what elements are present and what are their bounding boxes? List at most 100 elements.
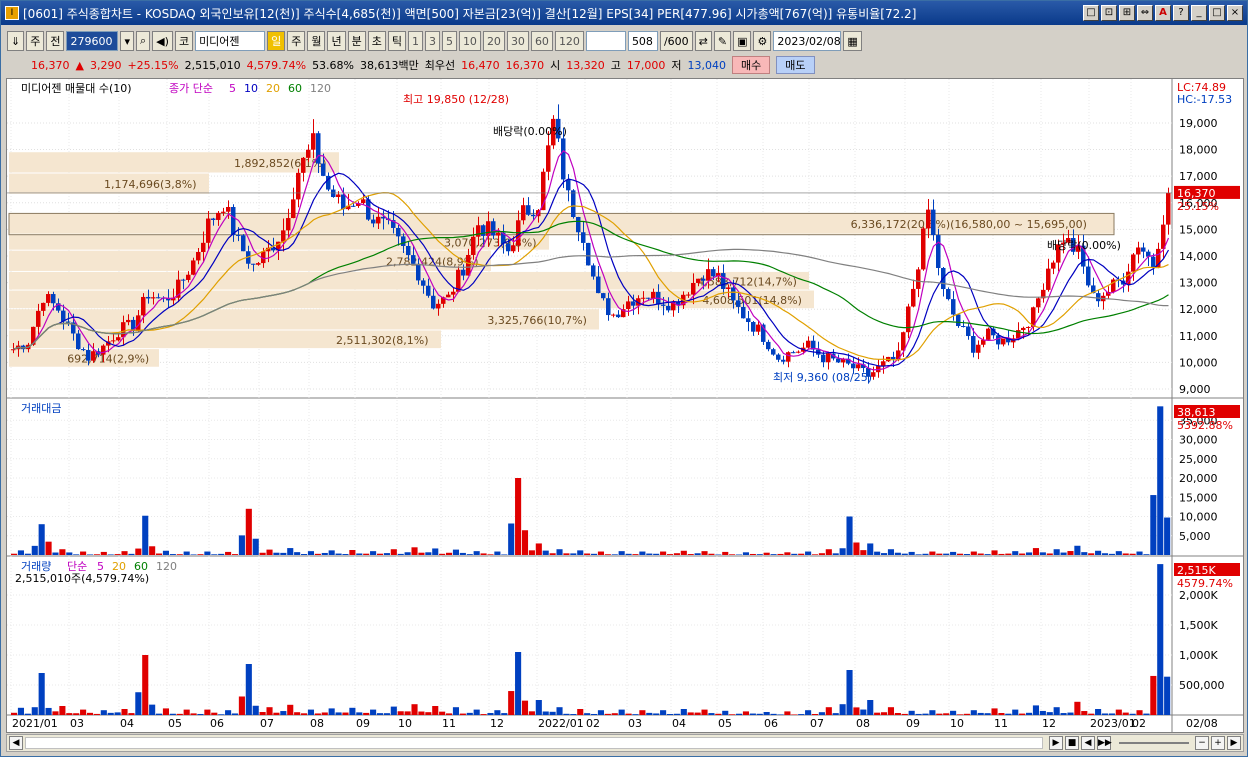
volume-bar <box>515 652 522 715</box>
interval-30[interactable]: 30 <box>506 31 529 51</box>
amount-bar <box>245 508 252 555</box>
chart-area[interactable]: 19,000 18,000 17,000 16,000 15,000 14,000 13,0… <box>6 78 1244 733</box>
candle-body <box>451 291 456 295</box>
interval-10[interactable]: 10 <box>458 31 481 51</box>
amount-bar <box>542 550 549 555</box>
volume-bar <box>38 673 45 715</box>
period-select[interactable]: 주 <box>26 31 45 51</box>
scroll-track[interactable] <box>25 737 1043 749</box>
volume-bar <box>376 713 384 715</box>
volume-bar <box>708 713 715 715</box>
volume-bar <box>349 707 356 715</box>
ma-period-label: 5 <box>229 82 236 95</box>
amount-bar <box>963 554 970 555</box>
amount-bar <box>521 530 529 555</box>
scroll-left-icon[interactable]: ◀ <box>9 736 23 750</box>
window-btn-4[interactable]: ⇔ <box>1137 5 1153 21</box>
amount-bar <box>156 553 163 555</box>
volume-bar <box>11 712 18 715</box>
period-second[interactable]: 초 <box>367 31 386 51</box>
volume-bar <box>998 713 1005 715</box>
period-day[interactable]: 일 <box>267 31 286 51</box>
window-btn-1[interactable]: □ <box>1083 5 1099 21</box>
prev-button[interactable]: 전 <box>46 31 65 51</box>
chart-scrollbar[interactable]: ◀ ▶ ■ ◀ ▶▶ − + ▶ <box>6 734 1244 752</box>
amount-bar <box>1157 406 1164 555</box>
font-button[interactable]: A <box>1155 5 1171 21</box>
amount-bar <box>294 552 301 555</box>
x-tick-label: 04 <box>672 717 686 730</box>
period-year[interactable]: 년 <box>327 31 346 51</box>
candle-body <box>921 228 926 270</box>
stock-name-field[interactable]: 미디어젠 <box>195 31 266 51</box>
chart-window: I [0601] 주식종합차트 - KOSDAQ 외국인보유[12(천)] 주식… <box>0 0 1248 757</box>
stop-icon[interactable]: ■ <box>1065 736 1079 750</box>
amount-tick-label: 25,000 <box>1179 453 1218 466</box>
tool-icon-2[interactable]: ✎ <box>713 31 732 51</box>
window-btn-2[interactable]: ⊡ <box>1101 5 1117 21</box>
count-input[interactable]: 508 <box>627 31 658 51</box>
period-minute[interactable]: 분 <box>347 31 366 51</box>
sell-button[interactable]: 매도 <box>776 56 815 74</box>
gear-icon[interactable]: ⚙ <box>753 31 772 51</box>
zoom-slider[interactable] <box>1119 742 1189 744</box>
volume-bar <box>1150 675 1157 715</box>
amount-tick-label: 30,000 <box>1179 434 1218 447</box>
minimize-button[interactable]: _ <box>1191 5 1207 21</box>
period-week[interactable]: 주 <box>287 31 306 51</box>
window-btn-3[interactable]: ⊞ <box>1119 5 1135 21</box>
scroll-right-icon[interactable]: ▶ <box>1227 736 1241 750</box>
volume-bar <box>1032 705 1040 715</box>
volume-bar <box>31 707 38 715</box>
interval-5[interactable]: 5 <box>441 31 457 51</box>
interval-60[interactable]: 60 <box>530 31 553 51</box>
amount-bar <box>370 551 377 555</box>
amount-bar <box>584 553 591 555</box>
amount-bar <box>846 516 853 555</box>
step-back-icon[interactable]: ◀ <box>1081 736 1095 750</box>
amount-panel-title: 거래대금 <box>21 402 61 415</box>
volume-bar <box>694 712 701 715</box>
candle-body <box>331 189 336 198</box>
amount-bar <box>777 553 784 555</box>
close-button[interactable]: × <box>1227 5 1243 21</box>
pin-icon[interactable]: ⇓ <box>7 31 25 51</box>
play-icon[interactable]: ▶ <box>1049 736 1063 750</box>
volume-bar <box>473 709 480 715</box>
search-icon[interactable]: ⌕ <box>136 31 151 51</box>
up-arrow-icon: ▲ <box>75 58 84 72</box>
amount-bar <box>1012 551 1019 555</box>
period-month[interactable]: 월 <box>307 31 326 51</box>
period-tick[interactable]: 틱 <box>387 31 406 51</box>
amount-bar <box>977 553 984 555</box>
help-button[interactable]: ? <box>1173 5 1189 21</box>
code-input[interactable]: 279600 <box>66 31 119 51</box>
volume-bar <box>238 696 245 715</box>
zoom-out-icon[interactable]: − <box>1195 736 1209 750</box>
dropdown-icon[interactable]: ▾ <box>120 31 134 51</box>
chart-svg[interactable]: 19,00018,00017,00016,00015,00014,00013,0… <box>7 79 1243 732</box>
amount-value: 38,613백만 <box>360 59 419 72</box>
toolbar: ⇓ 주 전 279600 ▾ ⌕ ◀) 코 미디어젠 일 주 월 년 분 초 틱… <box>1 29 1247 53</box>
candle-body <box>731 287 736 301</box>
interval-1[interactable]: 1 <box>407 31 423 51</box>
x-tick-label: 08 <box>310 717 324 730</box>
tool-icon-1[interactable]: ⇄ <box>694 31 712 51</box>
zoom-in-icon[interactable]: + <box>1211 736 1225 750</box>
buy-button[interactable]: 매수 <box>732 56 771 74</box>
amount-bar <box>128 553 135 555</box>
save-icon[interactable]: ▣ <box>733 31 752 51</box>
interval-input[interactable] <box>585 31 626 51</box>
candle-body <box>91 351 96 361</box>
maximize-button[interactable]: □ <box>1209 5 1225 21</box>
amount-bar <box>832 553 839 555</box>
amount-bar <box>1074 545 1081 555</box>
candle-body <box>511 245 516 252</box>
interval-3[interactable]: 3 <box>424 31 440 51</box>
interval-120[interactable]: 120 <box>554 31 584 51</box>
fast-forward-icon[interactable]: ▶▶ <box>1097 736 1112 750</box>
calendar-icon[interactable]: ▦ <box>843 31 862 51</box>
date-input[interactable]: 2023/02/08 <box>773 31 842 51</box>
speaker-icon[interactable]: ◀) <box>152 31 173 51</box>
interval-20[interactable]: 20 <box>482 31 505 51</box>
